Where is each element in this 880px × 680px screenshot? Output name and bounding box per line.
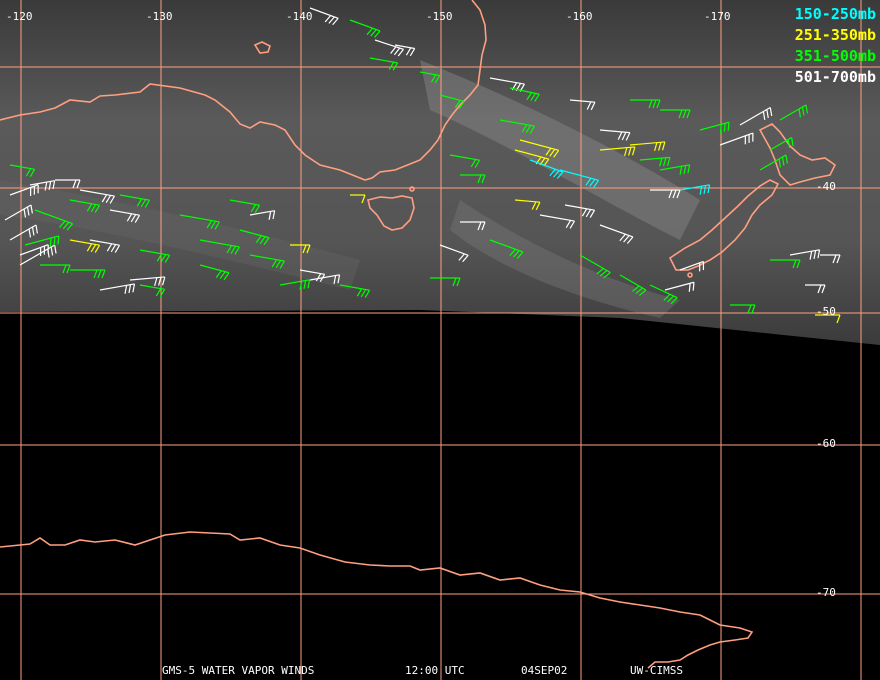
valid-time: 12:00 UTC	[405, 664, 465, 677]
longitude-label: -160	[566, 10, 593, 23]
legend-item-501-700: 501-700mb	[794, 68, 876, 86]
water-vapor-imagery	[0, 0, 880, 345]
longitude-label: -130	[146, 10, 173, 23]
legend-item-251-350: 251-350mb	[794, 26, 876, 44]
antarctica-coast	[0, 531, 754, 669]
longitude-label: -150	[426, 10, 453, 23]
latitude-label: -40	[816, 180, 836, 193]
pressure-legend: 150-250mb 251-350mb 351-500mb 501-700mb	[795, 4, 876, 88]
product-name: GMS-5 WATER VAPOR WINDS	[162, 664, 315, 677]
credit: UW-CIMSS	[630, 664, 683, 677]
longitude-label: -140	[286, 10, 313, 23]
latitude-label: -50	[816, 305, 836, 318]
longitude-label: -170	[704, 10, 731, 23]
latitude-label: -70	[816, 586, 836, 599]
legend-item-351-500: 351-500mb	[794, 47, 876, 65]
footer-caption: GMS-5 WATER VAPOR WINDS 12:00 UTC 04SEP0…	[0, 664, 880, 678]
latitude-label: -60	[816, 437, 836, 450]
legend-item-150-250: 150-250mb	[794, 5, 876, 23]
longitude-label: -120	[6, 10, 33, 23]
valid-date: 04SEP02	[521, 664, 568, 677]
wind-map: -120 -130 -140 -150 -160 -170 -40 -50 -6…	[0, 0, 880, 680]
map-canvas	[0, 0, 880, 680]
